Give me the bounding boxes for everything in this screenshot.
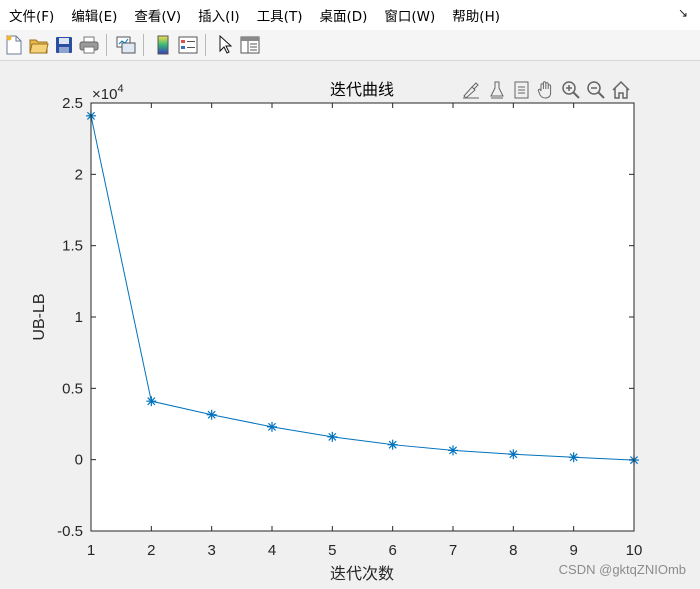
data-point [267,421,277,432]
x-tick-label: 7 [449,542,457,559]
x-tick-label: 8 [509,542,517,559]
data-point [508,449,519,460]
zoom-out-icon[interactable] [585,79,607,101]
pan-hand-icon[interactable] [535,79,557,101]
x-tick-label: 9 [569,542,577,559]
y-tick-label: -0.5 [57,523,83,540]
y-tick-label: 1 [75,309,83,326]
y-axis-label: UB-LB [31,293,48,340]
exponent-label: ×104 [92,83,124,103]
y-tick-label: 2.5 [62,95,83,112]
x-axis-label: 迭代次数 [330,565,394,583]
x-tick-label: 4 [268,542,276,559]
y-tick-label: 0.5 [62,380,83,397]
x-tick-label: 2 [147,542,155,559]
data-point [327,431,338,442]
export-icon[interactable] [510,79,532,101]
data-point [568,452,579,463]
home-icon[interactable] [610,79,632,101]
data-tips-icon[interactable] [486,79,508,101]
axes-background [91,103,634,531]
x-tick-label: 6 [388,542,396,559]
x-tick-label: 3 [207,542,215,559]
chart-title: 迭代曲线 [330,81,394,99]
data-point [206,409,217,420]
zoom-in-icon[interactable] [560,79,582,101]
brush-icon[interactable] [460,79,482,101]
watermark: CSDN @gktqZNIOmb [558,562,686,577]
x-tick-label: 5 [328,542,336,559]
data-point [448,445,458,456]
x-tick-label: 10 [626,542,643,559]
data-point [387,439,398,450]
data-point [146,396,157,407]
x-tick-label: 1 [87,542,95,559]
y-tick-label: 0 [75,452,83,469]
y-tick-label: 2 [75,166,83,183]
y-tick-label: 1.5 [62,238,83,255]
